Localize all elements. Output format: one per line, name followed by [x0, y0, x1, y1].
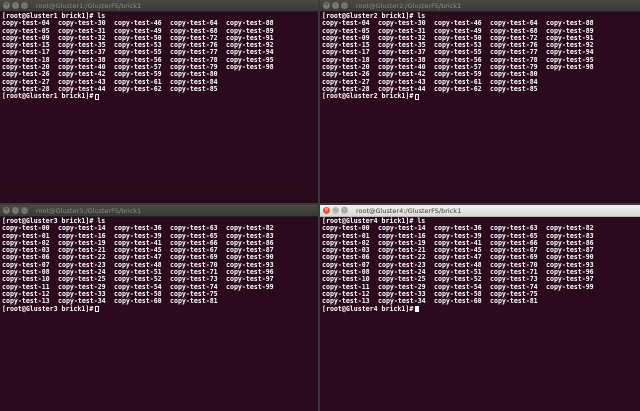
- prompt-line[interactable]: [root@Gluster2 brick1]#: [322, 92, 639, 101]
- file-name: [226, 71, 282, 78]
- minimize-icon[interactable]: –: [332, 207, 339, 214]
- file-name: copy-test-62: [434, 84, 482, 93]
- file-name: copy-test-98: [226, 63, 274, 72]
- window-titlebar[interactable]: ✕ – □ root@Gluster1:/GlusterFS/brick1: [0, 0, 318, 12]
- close-icon[interactable]: ✕: [3, 2, 10, 9]
- window-titlebar[interactable]: ✕ – □ root@Gluster4:/GlusterFS/brick1: [320, 205, 640, 217]
- file-name: copy-test-85: [170, 84, 218, 93]
- file-name: copy-test-98: [546, 63, 594, 72]
- window-title: root@Gluster1:/GlusterFS/brick1: [36, 1, 142, 10]
- file-name: copy-test-85: [490, 84, 538, 93]
- terminal-window-gluster4[interactable]: ✕ – □ root@Gluster4:/GlusterFS/brick1 [r…: [320, 205, 640, 411]
- prompt-text: [root@Gluster2 brick1]#: [322, 92, 414, 101]
- cursor: [95, 306, 100, 313]
- cursor: [415, 93, 420, 100]
- file-name: [226, 79, 282, 86]
- window-titlebar[interactable]: ✕ – □ root@Gluster3:/GlusterFS/brick1: [0, 205, 318, 217]
- terminal-output[interactable]: [root@Gluster4 brick1]# ls copy-test-00 co…: [320, 217, 640, 313]
- window-titlebar[interactable]: ✕ – □ root@Gluster2:/GlusterFS/brick1: [320, 0, 640, 12]
- prompt-text: [root@Gluster1 brick1]#: [2, 92, 94, 101]
- terminal-window-gluster1[interactable]: ✕ – □ root@Gluster1:/GlusterFS/brick1 [r…: [0, 0, 318, 203]
- window-title: root@Gluster4:/GlusterFS/brick1: [356, 206, 462, 215]
- window-title: root@Gluster2:/GlusterFS/brick1: [356, 1, 462, 10]
- file-name: copy-test-60: [114, 297, 162, 306]
- file-name: copy-test-99: [226, 282, 274, 291]
- cursor: [415, 306, 420, 313]
- prompt-line[interactable]: [root@Gluster3 brick1]#: [2, 304, 317, 313]
- prompt-line[interactable]: [root@Gluster1 brick1]#: [2, 92, 317, 101]
- file-name: [546, 291, 602, 298]
- close-icon[interactable]: ✕: [3, 207, 10, 214]
- minimize-icon[interactable]: –: [332, 2, 339, 9]
- file-name: [546, 79, 602, 86]
- file-name: [226, 298, 282, 305]
- prompt-text: [root@Gluster4 brick1]#: [322, 304, 414, 313]
- minimize-icon[interactable]: –: [12, 207, 19, 214]
- terminal-output[interactable]: [root@Gluster3 brick1]# ls copy-test-00 co…: [0, 217, 318, 313]
- terminal-window-gluster2[interactable]: ✕ – □ root@Gluster2:/GlusterFS/brick1 [r…: [320, 0, 640, 203]
- maximize-icon[interactable]: □: [21, 207, 28, 214]
- file-name: [546, 86, 602, 93]
- close-icon[interactable]: ✕: [323, 2, 330, 9]
- file-name: copy-test-81: [490, 297, 538, 306]
- window-title: root@Gluster3:/GlusterFS/brick1: [36, 206, 142, 215]
- prompt-line[interactable]: [root@Gluster4 brick1]#: [322, 304, 639, 313]
- file-name: [226, 291, 282, 298]
- file-name: [546, 71, 602, 78]
- file-name: [546, 298, 602, 305]
- prompt-text: [root@Gluster3 brick1]#: [2, 304, 94, 313]
- terminal-window-gluster3[interactable]: ✕ – □ root@Gluster3:/GlusterFS/brick1 [r…: [0, 205, 318, 411]
- maximize-icon[interactable]: □: [21, 2, 28, 9]
- terminal-output[interactable]: [root@Gluster1 brick1]# ls copy-test-04 co…: [0, 12, 318, 101]
- file-name: copy-test-99: [546, 282, 594, 291]
- close-icon[interactable]: ✕: [323, 207, 330, 214]
- minimize-icon[interactable]: –: [12, 2, 19, 9]
- terminal-output[interactable]: [root@Gluster2 brick1]# ls copy-test-04 co…: [320, 12, 640, 101]
- file-name: copy-test-81: [170, 297, 218, 306]
- maximize-icon[interactable]: □: [341, 2, 348, 9]
- file-name: copy-test-60: [434, 297, 482, 306]
- maximize-icon[interactable]: □: [341, 207, 348, 214]
- file-name: copy-test-62: [114, 84, 162, 93]
- cursor: [95, 93, 100, 100]
- file-name: [226, 86, 282, 93]
